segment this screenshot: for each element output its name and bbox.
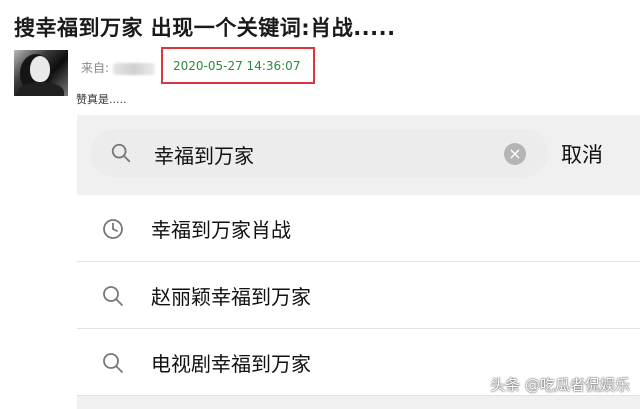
search-input[interactable]: 幸福到万家 ×: [90, 129, 548, 177]
suggestion-text: 幸福到万家肖战: [151, 218, 291, 242]
search-icon: [103, 286, 123, 306]
suggestion-text: 赵丽颖幸福到万家: [151, 285, 311, 309]
article-title: 搜幸福到万家 出现一个关键词:肖战.....: [14, 16, 396, 40]
avatar-shoulder: [18, 82, 64, 96]
search-icon: [111, 143, 131, 163]
search-query: 幸福到万家: [154, 144, 254, 168]
post-snippet: 赞真是.....: [76, 93, 127, 106]
cancel-button[interactable]: 取消: [561, 139, 603, 169]
author-line: 来自:: [81, 59, 156, 76]
suggestion-list: 幸福到万家肖战 赵丽颖幸福到万家 电视剧幸福到万家: [77, 195, 640, 396]
search-icon: [103, 353, 123, 373]
suggestion-item[interactable]: 赵丽颖幸福到万家: [77, 262, 640, 329]
suggestion-item[interactable]: 幸福到万家肖战: [77, 195, 640, 262]
blurred-username: [113, 62, 156, 75]
clock-icon: [103, 219, 123, 239]
from-label: 来自:: [81, 61, 110, 75]
avatar-face: [30, 56, 50, 82]
clear-icon[interactable]: ×: [504, 143, 526, 165]
search-screenshot: 幸福到万家 × 取消 幸福到万家肖战 赵丽颖幸福到万家 电视剧幸福到万家: [77, 115, 640, 409]
watermark: 头条 @吃瓜者侃娱乐: [490, 376, 630, 394]
suggestion-text: 电视剧幸福到万家: [151, 352, 311, 376]
avatar[interactable]: [14, 50, 68, 96]
post-timestamp: 2020-05-27 14:36:07: [173, 59, 301, 73]
